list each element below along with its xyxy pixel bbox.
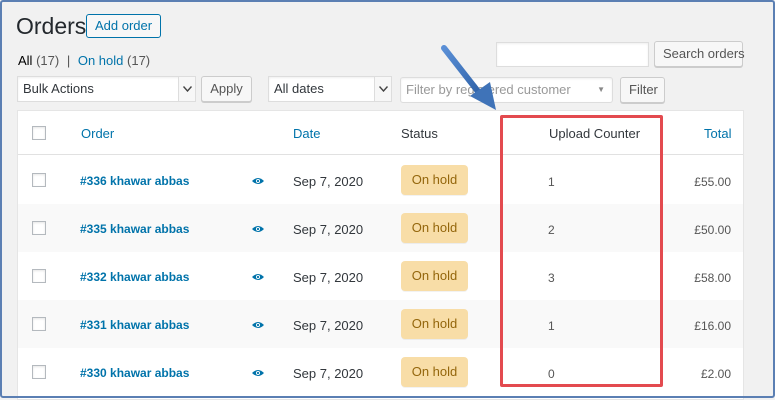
- chevron-down-icon: [178, 77, 195, 101]
- eye-icon[interactable]: [251, 320, 265, 330]
- order-total: £58.00: [694, 271, 731, 285]
- row-checkbox[interactable]: [32, 173, 46, 187]
- bulk-actions-value: Bulk Actions: [23, 81, 94, 96]
- status-badge: On hold: [401, 261, 468, 291]
- status-badge: On hold: [401, 309, 468, 339]
- eye-icon[interactable]: [251, 224, 265, 234]
- column-header-total[interactable]: Total: [704, 126, 731, 141]
- orders-table: Order Date Status Upload Counter Total #…: [17, 110, 744, 400]
- order-date: Sep 7, 2020: [293, 222, 364, 237]
- order-date: Sep 7, 2020: [293, 174, 364, 189]
- view-all-count: (17): [36, 53, 60, 68]
- order-date: Sep 7, 2020: [293, 366, 364, 381]
- row-checkbox[interactable]: [32, 221, 46, 235]
- row-checkbox[interactable]: [32, 317, 46, 331]
- search-orders-button[interactable]: Search orders: [654, 41, 745, 67]
- status-views: All (17) | On hold (17): [18, 53, 150, 68]
- apply-button[interactable]: Apply: [201, 76, 252, 102]
- add-order-button[interactable]: Add order: [86, 14, 162, 38]
- order-total: £2.00: [700, 367, 731, 381]
- eye-icon[interactable]: [251, 272, 265, 282]
- eye-icon[interactable]: [251, 176, 265, 186]
- view-on-hold-link[interactable]: On hold: [78, 53, 124, 68]
- order-total: £50.00: [694, 223, 731, 237]
- table-row[interactable]: #330 khawar abbas Sep 7, 2020 On hold 0 …: [18, 348, 743, 396]
- table-row[interactable]: #335 khawar abbas Sep 7, 2020 On hold 2 …: [18, 204, 743, 252]
- customer-filter-select[interactable]: Filter by registered customer ▼: [400, 77, 613, 103]
- table-row[interactable]: #331 khawar abbas Sep 7, 2020 On hold 1 …: [18, 300, 743, 348]
- order-total: £55.00: [694, 175, 731, 189]
- column-header-order[interactable]: Order: [81, 126, 114, 141]
- status-badge: On hold: [401, 357, 468, 387]
- table-header: Order Date Status Upload Counter Total: [18, 111, 743, 155]
- status-badge: On hold: [401, 165, 468, 195]
- column-header-upload-counter: Upload Counter: [549, 126, 641, 141]
- search-input[interactable]: [496, 42, 649, 67]
- dates-value: All dates: [274, 81, 324, 96]
- order-link[interactable]: #332 khawar abbas: [80, 270, 189, 284]
- table-row[interactable]: #332 khawar abbas Sep 7, 2020 On hold 3 …: [18, 252, 743, 300]
- order-date: Sep 7, 2020: [293, 318, 364, 333]
- status-badge: On hold: [401, 213, 468, 243]
- upload-counter-value: 1: [548, 175, 555, 189]
- upload-counter-value: 0: [548, 367, 555, 381]
- caret-down-icon: ▼: [597, 85, 605, 94]
- page-title: Orders: [16, 13, 87, 39]
- bulk-actions-select[interactable]: Bulk Actions: [17, 76, 196, 102]
- upload-counter-value: 3: [548, 271, 555, 285]
- upload-counter-value: 2: [548, 223, 555, 237]
- annotation-arrow-icon: [441, 45, 496, 110]
- view-all-link[interactable]: All: [18, 53, 32, 68]
- order-link[interactable]: #331 khawar abbas: [80, 318, 189, 332]
- view-separator: |: [66, 53, 71, 68]
- order-total: £16.00: [694, 319, 731, 333]
- order-link[interactable]: #330 khawar abbas: [80, 366, 189, 380]
- table-row[interactable]: #336 khawar abbas Sep 7, 2020 On hold 1 …: [18, 156, 743, 204]
- view-on-hold-count: (17): [127, 53, 151, 68]
- row-checkbox[interactable]: [32, 365, 46, 379]
- column-header-status: Status: [401, 126, 438, 141]
- row-checkbox[interactable]: [32, 269, 46, 283]
- upload-counter-value: 1: [548, 319, 555, 333]
- select-all-checkbox[interactable]: [32, 126, 46, 140]
- order-link[interactable]: #335 khawar abbas: [80, 222, 189, 236]
- column-header-date[interactable]: Date: [293, 126, 320, 141]
- order-date: Sep 7, 2020: [293, 270, 364, 285]
- filter-button[interactable]: Filter: [620, 77, 665, 103]
- dates-select[interactable]: All dates: [268, 76, 392, 102]
- chevron-down-icon: [374, 77, 391, 101]
- order-link[interactable]: #336 khawar abbas: [80, 174, 189, 188]
- eye-icon[interactable]: [251, 368, 265, 378]
